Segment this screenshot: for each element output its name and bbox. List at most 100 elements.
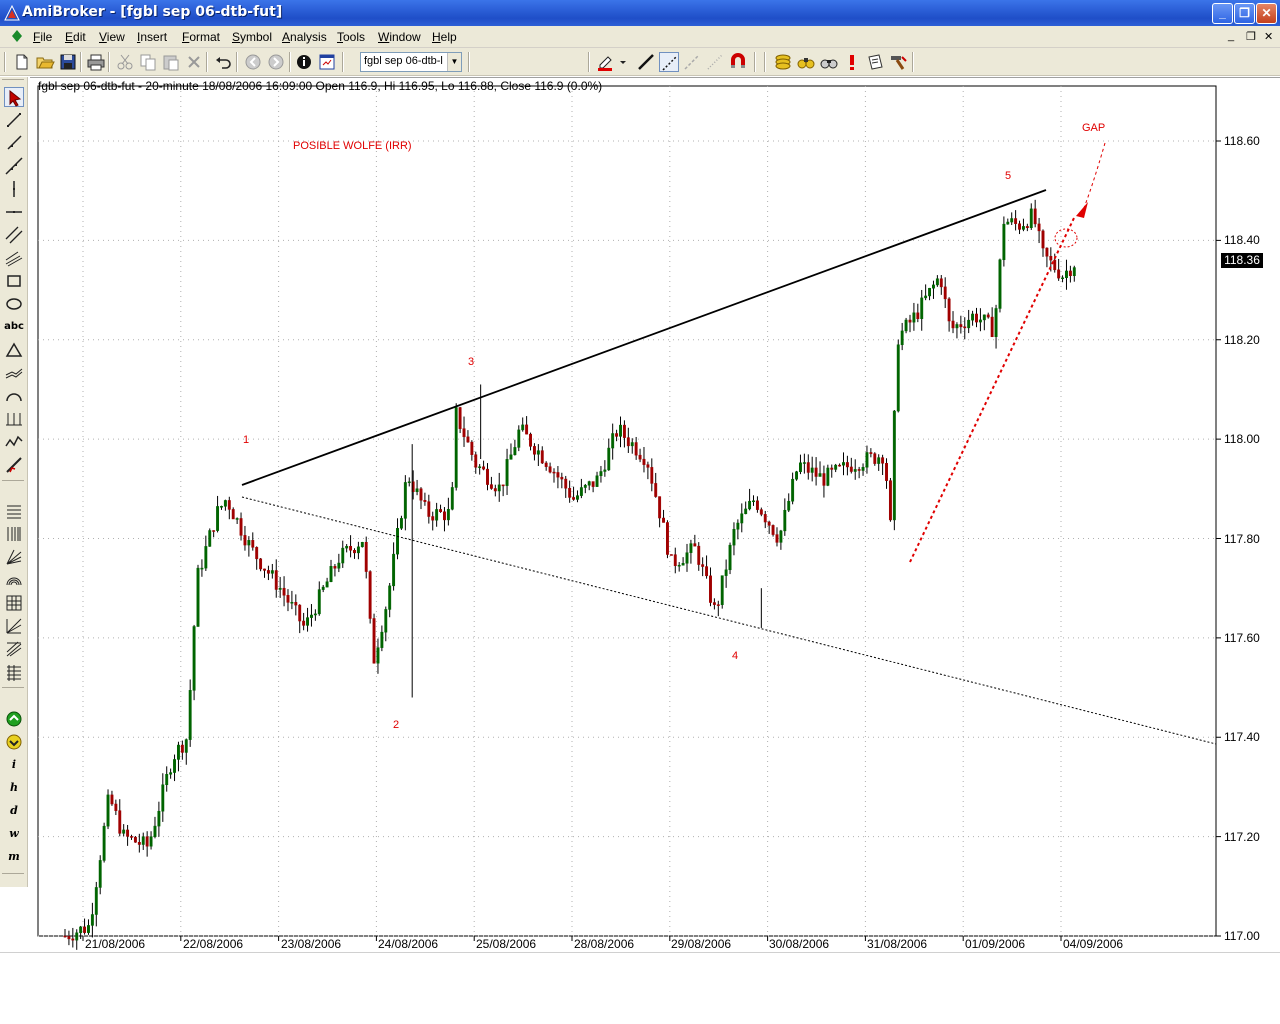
close-button[interactable]: ✕ (1256, 3, 1277, 24)
notepad-icon[interactable] (865, 52, 885, 72)
ray-icon[interactable] (4, 133, 24, 153)
thin-line-icon[interactable] (705, 52, 725, 72)
menu-insert[interactable]: Insert (137, 30, 167, 44)
menu-help[interactable]: Help (432, 30, 457, 44)
candle-body (482, 466, 486, 470)
new-icon[interactable] (12, 52, 32, 72)
menu-symbol[interactable]: Symbol (232, 30, 272, 44)
fib-retracement-icon[interactable] (4, 455, 24, 475)
menu-view[interactable]: View (99, 30, 125, 44)
fib-lines-icon[interactable] (4, 501, 24, 521)
candle-body (572, 497, 576, 500)
pen-color-icon[interactable] (596, 52, 616, 72)
candle-body (196, 567, 200, 627)
interval-daily-button[interactable]: d (4, 801, 24, 821)
rectangle-icon[interactable] (4, 271, 24, 291)
candle-body (356, 546, 360, 554)
ellipse-icon[interactable] (4, 294, 24, 314)
sell-marker-icon[interactable] (4, 732, 24, 752)
andrews-pitchfork-icon[interactable] (4, 639, 24, 659)
zigzag-icon[interactable] (4, 432, 24, 452)
menu-window[interactable]: Window (378, 30, 421, 44)
triangle-icon[interactable] (4, 340, 24, 360)
channel-icon[interactable] (4, 248, 24, 268)
interval-hourly-button[interactable]: h (4, 778, 24, 798)
pen-color-dropdown-icon[interactable] (614, 52, 634, 72)
trendline-icon[interactable] (4, 110, 24, 130)
save-icon[interactable] (58, 52, 78, 72)
fib-arcs-icon[interactable] (4, 570, 24, 590)
gann-fan-icon[interactable] (4, 547, 24, 567)
candle-body (763, 514, 767, 523)
extended-line-icon[interactable] (4, 156, 24, 176)
fib-extension-icon[interactable] (4, 662, 24, 682)
document-icon[interactable] (12, 30, 22, 42)
menu-edit[interactable]: Edit (65, 30, 86, 44)
binoculars-icon[interactable] (819, 52, 839, 72)
coins-icon[interactable] (773, 52, 793, 72)
copy-icon[interactable] (138, 52, 158, 72)
interval-monthly-button[interactable]: m (4, 847, 24, 867)
hammer-icon[interactable] (888, 52, 908, 72)
interval-weekly-button[interactable]: w (4, 824, 24, 844)
candle (818, 461, 822, 477)
candle-body (943, 286, 947, 300)
info-icon[interactable] (294, 52, 314, 72)
candle-body (885, 463, 888, 481)
candle-body (173, 759, 176, 773)
select-arrow-icon[interactable] (4, 87, 24, 107)
candle-body (971, 313, 975, 321)
fib-timezones-icon[interactable] (4, 524, 24, 544)
text-tool-button[interactable]: abc (4, 317, 24, 337)
horizontal-line-icon[interactable] (4, 202, 24, 222)
gann-angles-icon[interactable] (4, 616, 24, 636)
menu-file[interactable]: File (33, 30, 52, 44)
alert-icon[interactable] (842, 52, 862, 72)
mdi-restore-button[interactable]: ❐ (1246, 30, 1256, 43)
chart-pane[interactable]: fgbl sep 06-dtb-fut - 20-minute 18/08/20… (30, 77, 1280, 952)
buy-marker-icon[interactable] (4, 709, 24, 729)
arc-icon[interactable] (4, 386, 24, 406)
undo-icon[interactable] (213, 52, 233, 72)
gann-square-icon[interactable] (4, 593, 24, 613)
candle-body (200, 567, 204, 570)
print-icon[interactable] (86, 52, 106, 72)
candle (1037, 217, 1041, 244)
candle-body (208, 530, 212, 547)
symbol-selector[interactable]: fgbl sep 06-dtb-l ▼ (360, 52, 462, 72)
wave-icon[interactable] (4, 363, 24, 383)
parallel-lines-icon[interactable] (4, 225, 24, 245)
candle-body (83, 926, 87, 933)
magnet-icon[interactable] (728, 52, 748, 72)
scan-icon[interactable] (796, 52, 816, 72)
thick-line-icon[interactable] (682, 52, 702, 72)
point-4-label: 4 (732, 650, 739, 662)
menu-analysis[interactable]: Analysis (282, 30, 327, 44)
quote-editor-icon[interactable] (317, 52, 337, 72)
paste-icon[interactable] (161, 52, 181, 72)
vertical-line-icon[interactable] (4, 179, 24, 199)
minimize-button[interactable]: _ (1212, 3, 1233, 24)
candle (489, 476, 493, 490)
menu-tools[interactable]: Tools (337, 30, 365, 44)
candle (266, 565, 270, 581)
cut-icon[interactable] (115, 52, 135, 72)
cycles-icon[interactable] (4, 409, 24, 429)
line-style-icon[interactable] (636, 52, 656, 72)
candle (317, 581, 321, 616)
open-icon[interactable] (35, 52, 55, 72)
dotted-line-icon[interactable] (659, 52, 679, 72)
forward-icon[interactable] (266, 52, 286, 72)
back-icon[interactable] (243, 52, 263, 72)
price-chart[interactable] (30, 78, 1280, 953)
candle-body (947, 298, 951, 322)
interval-intraday-button[interactable]: i (4, 755, 24, 775)
candle (544, 461, 548, 471)
delete-icon[interactable] (184, 52, 204, 72)
candle-body (184, 739, 188, 753)
mdi-minimize-button[interactable]: _ (1228, 30, 1234, 42)
mdi-close-button[interactable]: ✕ (1264, 30, 1273, 43)
menu-format[interactable]: Format (182, 30, 220, 44)
restore-button[interactable]: ❐ (1234, 3, 1255, 24)
chevron-down-icon[interactable]: ▼ (447, 53, 461, 71)
